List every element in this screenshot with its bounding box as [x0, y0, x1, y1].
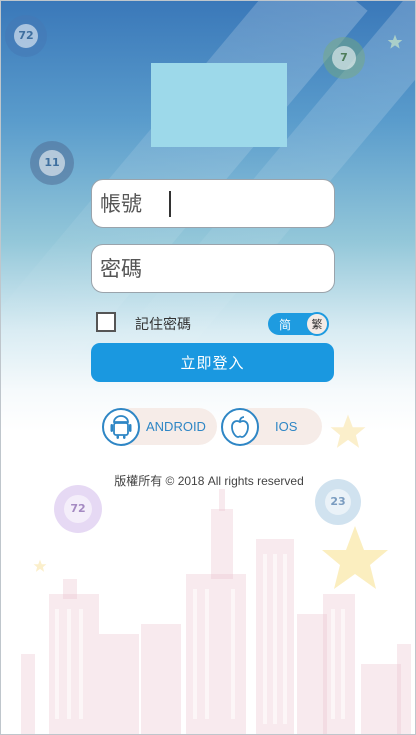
toggle-knob: 繁	[305, 312, 329, 336]
ball-number: 11	[44, 156, 60, 170]
remember-password-checkbox[interactable]	[96, 312, 116, 332]
remember-password-label: 記住密碼	[135, 317, 191, 333]
app-logo-placeholder	[151, 63, 287, 147]
lottery-ball-decoration: 72	[5, 15, 47, 57]
login-button[interactable]: 立即登入	[91, 343, 334, 382]
android-download-label: ANDROID	[146, 419, 206, 434]
android-icon	[102, 407, 140, 446]
copyright-text: 版權所有 © 2018 All rights reserved	[114, 474, 304, 488]
star-decoration	[387, 34, 403, 49]
password-field-container	[91, 244, 335, 293]
login-screen: 72 11 7 72 23 帳號 記住密碼 简 繁 立即登入 ANDROID I…	[0, 0, 416, 735]
lottery-ball-decoration: 7	[323, 37, 365, 79]
password-input[interactable]	[100, 256, 334, 281]
username-input[interactable]	[100, 191, 334, 216]
username-field-container	[91, 179, 335, 228]
ball-number: 7	[340, 51, 348, 65]
language-toggle[interactable]: 简 繁	[268, 312, 329, 336]
lottery-ball-decoration: 11	[30, 141, 74, 185]
text-cursor	[169, 191, 171, 217]
star-decoration	[330, 414, 366, 448]
city-skyline-decoration	[21, 489, 411, 734]
simplified-chinese-label: 简	[279, 318, 292, 332]
ios-download-label: IOS	[275, 419, 298, 434]
android-download-button[interactable]: ANDROID	[102, 407, 217, 446]
ios-download-button[interactable]: IOS	[221, 407, 322, 446]
apple-icon	[221, 407, 259, 446]
ball-number: 72	[18, 29, 34, 43]
